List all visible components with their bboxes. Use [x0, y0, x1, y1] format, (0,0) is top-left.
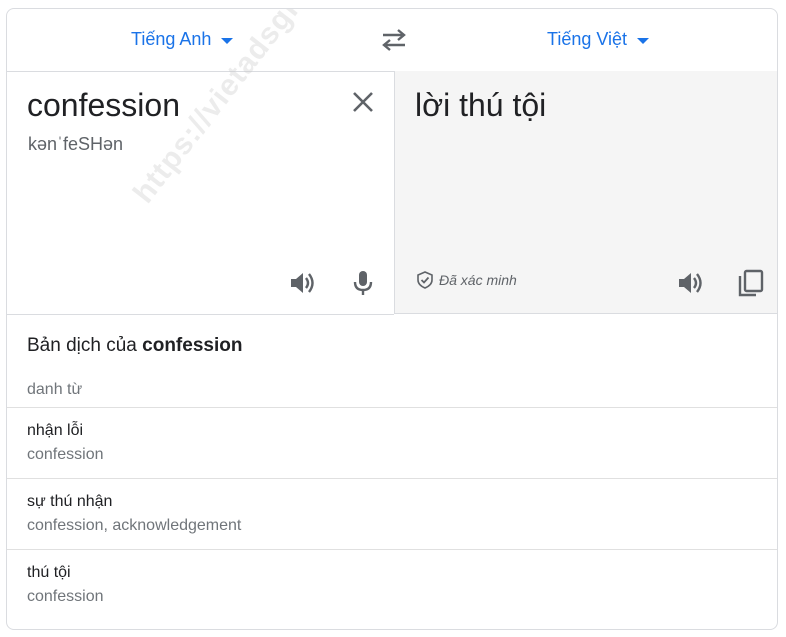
- target-pane: lời thú tội Đã xác minh: [394, 71, 777, 314]
- dictionary-title: Bản dịch của confession: [27, 335, 242, 357]
- speaker-icon[interactable]: [676, 268, 706, 298]
- list-item[interactable]: sự thú nhận confession, acknowledgement: [7, 478, 777, 549]
- copy-icon[interactable]: [736, 268, 766, 298]
- entry-synonyms: confession: [27, 446, 104, 463]
- list-item[interactable]: thú tội confession: [7, 549, 777, 620]
- source-language-selector[interactable]: Tiếng Anh: [131, 29, 234, 50]
- entry-synonyms: confession, acknowledgement: [27, 517, 242, 534]
- language-bar: Tiếng Anh Tiếng Việt: [7, 9, 777, 72]
- entry-term: sự thú nhận: [27, 493, 113, 510]
- swap-languages-icon[interactable]: [380, 27, 408, 53]
- dictionary-title-word: confession: [142, 335, 243, 356]
- target-language-selector[interactable]: Tiếng Việt: [547, 29, 650, 50]
- microphone-icon[interactable]: [348, 268, 378, 298]
- translate-card: Tiếng Anh Tiếng Việt confession kənˈfeSH…: [6, 8, 778, 630]
- verified-badge: Đã xác minh: [417, 271, 517, 289]
- list-item[interactable]: nhận lỗi confession: [7, 407, 777, 478]
- chevron-down-icon: [221, 37, 234, 44]
- chevron-down-icon: [637, 37, 650, 44]
- verified-label: Đã xác minh: [439, 272, 517, 288]
- entry-term: thú tội: [27, 564, 71, 581]
- entry-synonyms: confession: [27, 588, 104, 605]
- target-language-label: Tiếng Việt: [547, 29, 628, 49]
- part-of-speech: danh từ: [27, 381, 83, 398]
- source-language-label: Tiếng Anh: [131, 29, 212, 49]
- entry-term: nhận lỗi: [27, 422, 84, 439]
- close-icon[interactable]: [350, 89, 376, 115]
- shield-check-icon: [417, 271, 433, 289]
- source-text[interactable]: confession: [27, 87, 180, 124]
- source-pane[interactable]: confession kənˈfeSHən: [7, 71, 394, 315]
- target-text: lời thú tội: [415, 87, 547, 123]
- transliteration: kənˈfeSHən: [28, 134, 124, 154]
- speaker-icon[interactable]: [288, 268, 318, 298]
- dictionary-title-prefix: Bản dịch của: [27, 335, 137, 356]
